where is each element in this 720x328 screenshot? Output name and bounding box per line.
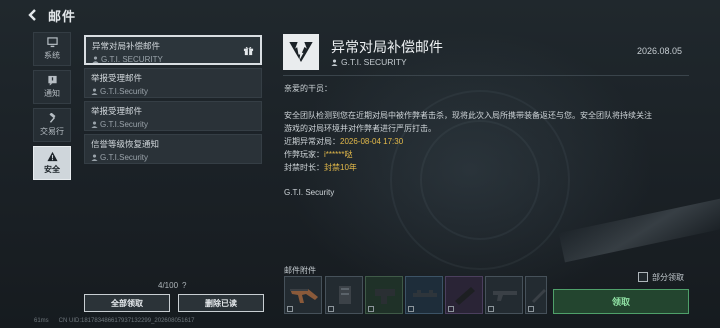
- mail-sender-name: G.T.I.Security: [100, 153, 149, 162]
- security-logo-icon: [283, 34, 319, 70]
- status-bar: 61ms CN UID:1817834866179371322​99_20260…: [34, 318, 194, 324]
- mail-detail-sender-name: G.T.I. SECURITY: [341, 57, 407, 67]
- stock-icon: [493, 291, 517, 301]
- attachment-slot[interactable]: [525, 276, 547, 314]
- cheater-value: i******哒: [324, 150, 353, 159]
- divider: [283, 75, 689, 76]
- mail-item[interactable]: 信誉等级恢复通知 G.T.I.Security: [84, 134, 262, 164]
- slot-marker: [448, 306, 454, 312]
- cheater-label: 作弊玩家：: [284, 150, 324, 159]
- mail-sender: G.T.I.Security: [91, 87, 255, 96]
- slot-marker: [328, 306, 334, 312]
- mail-title: 举报受理邮件: [91, 106, 143, 116]
- mail-sender-name: G.T.I. SECURITY: [101, 55, 163, 64]
- mail-sender-name: G.T.I.Security: [100, 87, 149, 96]
- nav-item-label: 通知: [44, 89, 60, 98]
- mail-sender: G.T.I.Security: [91, 120, 255, 129]
- slot-marker: [368, 306, 374, 312]
- nav-item-security[interactable]: 安全: [33, 146, 71, 180]
- ban-row: 封禁时长：封禁10年: [284, 162, 357, 173]
- claim-button[interactable]: 领取: [553, 289, 689, 314]
- back-arrow-icon[interactable]: [26, 8, 40, 22]
- slot-marker: [528, 306, 534, 312]
- slot-marker: [488, 306, 494, 312]
- ping-value: 61ms: [34, 318, 49, 324]
- person-icon: [331, 58, 338, 66]
- mail-count: 4/100 ?: [158, 281, 186, 290]
- ban-value: 封禁10年: [324, 163, 357, 172]
- notice-icon: [47, 75, 57, 86]
- slot-marker: [287, 306, 293, 312]
- person-icon: [91, 154, 98, 161]
- delete-read-button[interactable]: 删除已读: [178, 294, 264, 312]
- nav-item-system[interactable]: 系统: [33, 32, 71, 66]
- warning-icon: [46, 151, 58, 162]
- rail-icon: [455, 287, 475, 305]
- person-icon: [91, 121, 98, 128]
- ban-label: 封禁时长：: [284, 163, 324, 172]
- mail-item[interactable]: 举报受理邮件 G.T.I.Security: [84, 101, 262, 131]
- match-time-value: 2026-08-04 17:30: [340, 137, 404, 146]
- attachment-slot[interactable]: [325, 276, 363, 314]
- mail-count-value: 4/100: [158, 281, 179, 290]
- partial-claim-checkbox[interactable]: [638, 272, 648, 282]
- nav-item-trade[interactable]: 交易行: [33, 108, 71, 142]
- mail-title: 信誉等级恢复通知: [91, 139, 160, 149]
- mail-sender: G.T.I.Security: [91, 153, 255, 162]
- claim-all-button[interactable]: 全部领取: [84, 294, 170, 312]
- category-nav: 系统 通知 交易行 安全: [33, 32, 71, 184]
- slot-marker: [408, 306, 414, 312]
- mail-item[interactable]: 举报受理邮件 G.T.I.Security: [84, 68, 262, 98]
- mail-detail-sender: G.T.I. SECURITY: [331, 57, 407, 67]
- nav-item-label: 安全: [44, 165, 60, 174]
- barrel-icon: [532, 289, 546, 303]
- mail-list: 异常对局补偿邮件 G.T.I. SECURITY 举报受理邮件 G.T.I.Se…: [84, 35, 264, 167]
- body-line: 安全团队检测到您在近期对局中被作弊者击杀，现将此次入局所携带装备返还与您。安全团…: [284, 111, 652, 120]
- user-uid: CN UID:1817834866179371322​99_2026080516…: [58, 318, 195, 324]
- grip-icon: [375, 289, 395, 304]
- rifle-icon: [290, 289, 318, 303]
- attachments-label: 邮件附件: [284, 266, 316, 275]
- body-line: 游戏的对局环境并对作弊者进行严厉打击。: [284, 124, 436, 133]
- mail-date: 2026.08.05: [637, 46, 683, 56]
- person-icon: [91, 88, 98, 95]
- attachment-slot[interactable]: [445, 276, 483, 314]
- match-time-label: 近期异常对局：: [284, 137, 340, 146]
- nav-item-label: 系统: [44, 51, 60, 60]
- monitor-icon: [46, 37, 58, 48]
- partial-claim-label: 部分领取: [652, 273, 684, 282]
- mail-item[interactable]: 异常对局补偿邮件 G.T.I. SECURITY: [84, 35, 262, 65]
- mail-detail-title: 异常对局补偿邮件: [331, 39, 443, 55]
- attachment-slot[interactable]: [485, 276, 523, 314]
- person-icon: [92, 56, 99, 63]
- gavel-icon: [49, 113, 55, 123]
- nav-item-notice[interactable]: 通知: [33, 70, 71, 104]
- scope-mount-icon: [413, 290, 437, 297]
- match-time-row: 近期异常对局：2026-08-04 17:30: [284, 136, 403, 147]
- mail-sender-name: G.T.I.Security: [100, 120, 149, 129]
- mail-sender: G.T.I. SECURITY: [92, 55, 254, 64]
- gift-icon: [243, 46, 254, 56]
- greeting: 亲爱的干员：: [284, 84, 332, 93]
- help-icon[interactable]: ?: [182, 281, 186, 290]
- attachment-slot[interactable]: [284, 276, 322, 314]
- nav-item-label: 交易行: [40, 127, 64, 136]
- attachment-slot[interactable]: [405, 276, 443, 314]
- cheater-row: 作弊玩家：i******哒: [284, 149, 352, 160]
- mail-title: 异常对局补偿邮件: [92, 41, 161, 51]
- background-emblem-inner: [420, 120, 540, 240]
- attachment-slot[interactable]: [365, 276, 403, 314]
- page-header: 邮件: [26, 6, 76, 24]
- mail-title: 举报受理邮件: [91, 73, 143, 83]
- magazine-icon: [339, 286, 351, 304]
- signature: G.T.I. Security: [284, 188, 335, 197]
- page-title: 邮件: [48, 8, 77, 24]
